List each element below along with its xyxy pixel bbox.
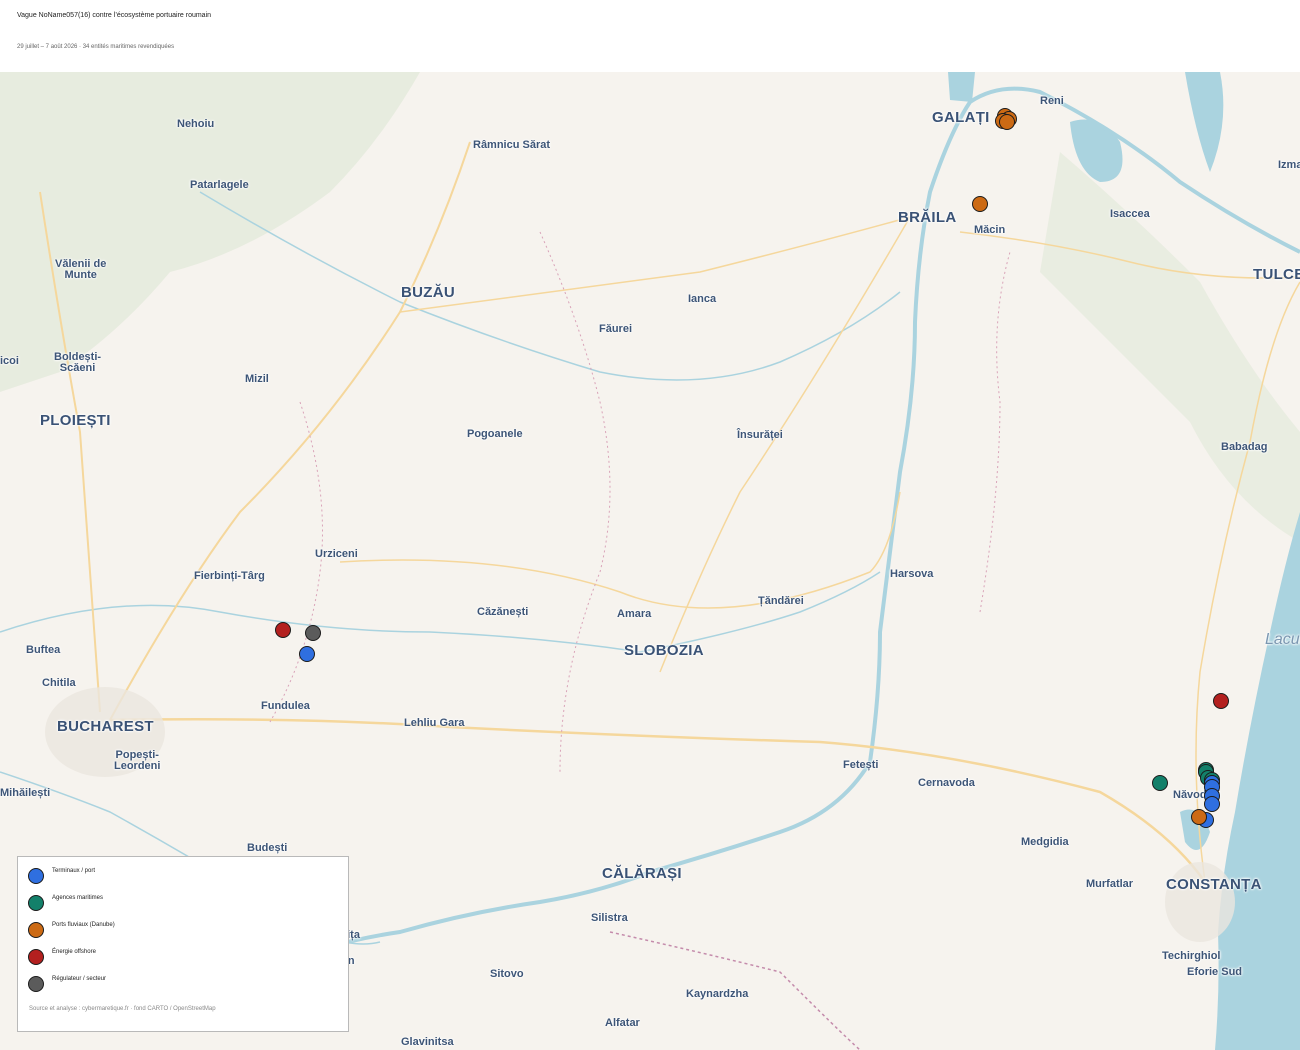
place-label: Medgidia — [1021, 836, 1069, 848]
river-ialomita — [0, 571, 881, 653]
place-label: PLOIEȘTI — [40, 412, 111, 429]
legend-item-terminal: Terminaux / port — [28, 868, 328, 886]
lake-brates — [948, 72, 975, 102]
road-braila-buzau — [399, 216, 911, 313]
place-label: TULCEA — [1253, 266, 1300, 283]
legend-swatch — [28, 949, 44, 965]
place-label: GALAȚI — [932, 109, 990, 126]
place-label: Chitila — [42, 677, 76, 689]
place-label: CONSTANȚA — [1166, 876, 1262, 893]
place-label: Țăndărei — [758, 595, 804, 607]
road-dn2a — [339, 491, 901, 609]
place-label: Cernavoda — [918, 777, 975, 789]
place-label: Însurăței — [737, 429, 783, 441]
danube-river — [249, 86, 1300, 974]
place-label: Reni — [1040, 95, 1064, 107]
place-label: Fundulea — [261, 700, 310, 712]
map-marker-fluvial[interactable] — [1191, 809, 1208, 826]
place-label: Amara — [617, 608, 652, 620]
place-label: Babadag — [1221, 441, 1268, 453]
place-label: Harsova — [890, 568, 934, 580]
place-label: Urziceni — [315, 548, 358, 560]
legend-label: Terminaux / port — [52, 868, 96, 874]
place-label: Silistra — [591, 912, 628, 924]
place-label: Fierbinți-Târg — [194, 570, 265, 582]
legend-label: Énergie offshore — [52, 949, 96, 955]
county-border-4 — [979, 251, 1011, 613]
place-label: Nehoiu — [177, 118, 215, 130]
place-label: Techirghiol — [1162, 950, 1221, 962]
legend-label: Ports fluviaux (Danube) — [52, 922, 115, 928]
map-marker-terminal[interactable] — [1204, 796, 1221, 813]
place-label: Buftea — [26, 644, 61, 656]
terrain-dobrogea — [1040, 152, 1300, 542]
place-label: Glavinitsa — [401, 1036, 454, 1048]
place-label: Popești- Leordeni — [114, 749, 161, 772]
place-label: Fetești — [843, 759, 879, 771]
constanta-urban-area — [1165, 862, 1235, 942]
place-label: Măcin — [974, 224, 1006, 236]
legend-swatch — [28, 922, 44, 938]
legend-swatch — [28, 976, 44, 992]
river-buzau — [199, 191, 901, 381]
map-marker-energie[interactable] — [274, 621, 291, 638]
place-label: SLOBOZIA — [624, 642, 704, 659]
map-legend: Terminaux / port Agences maritimes Ports f… — [17, 856, 349, 1032]
place-label: Pogoanele — [467, 428, 523, 440]
map-marker-energie[interactable] — [1212, 693, 1229, 710]
place-label: Sitovo — [490, 968, 524, 980]
legend-swatch — [28, 868, 44, 884]
place-label: Lehliu Gara — [404, 717, 465, 729]
place-label: Mizil — [245, 373, 269, 385]
county-border-2 — [269, 401, 323, 723]
map-subtitle: 29 juillet – 7 août 2026 · 34 entités ma… — [17, 44, 175, 50]
place-label: BUZĂU — [401, 284, 455, 301]
place-label: Căzănești — [477, 606, 529, 618]
place-label: Alfatar — [605, 1017, 640, 1029]
place-label: Boldești- Scăeni — [54, 351, 102, 374]
place-label: Budești — [247, 842, 288, 854]
place-label: Kaynardzha — [686, 988, 749, 1000]
place-label: Eforie Sud — [1187, 966, 1243, 978]
legend-item-energie: Énergie offshore — [28, 949, 328, 967]
place-label: Făurei — [599, 323, 633, 335]
map-marker-terminal[interactable] — [299, 645, 316, 662]
place-label: Izma — [1278, 159, 1300, 171]
place-label: Ianca — [688, 293, 717, 305]
legend-item-agence: Agences maritimes — [28, 895, 328, 913]
place-label: CĂLĂRAȘI — [602, 865, 682, 882]
place-label: Vălenii de Munte — [55, 258, 107, 281]
map-marker-regulateur[interactable] — [304, 625, 321, 642]
place-label: BUCHAREST — [57, 718, 154, 735]
legend-source: Source et analyse : cybermaretique.fr · … — [29, 1006, 216, 1012]
lake-yalpuh — [1185, 72, 1224, 172]
legend-label: Régulateur / secteur — [52, 976, 107, 982]
map-marker-fluvial[interactable] — [972, 196, 989, 213]
place-label: Murfatlar — [1086, 878, 1134, 890]
map-marker-agence[interactable] — [1152, 775, 1169, 792]
place-label: icoi — [0, 355, 19, 367]
place-label: Lacul S — [1265, 631, 1300, 648]
legend-item-regulateur: Régulateur / secteur — [28, 976, 328, 994]
county-border-1 — [539, 231, 611, 773]
legend-label: Agences maritimes — [52, 895, 104, 901]
place-label: Patarlagele — [190, 179, 249, 191]
place-label: BRĂILA — [898, 209, 957, 226]
place-label: Râmnicu Sărat — [473, 139, 551, 151]
place-label: Mihăilești — [0, 787, 51, 799]
map-marker-fluvial[interactable] — [998, 113, 1015, 130]
map-header: Vague NoName057(16) contre l’écosystème … — [0, 0, 1300, 72]
legend-swatch — [28, 895, 44, 911]
place-label: Isaccea — [1110, 208, 1150, 220]
map-title: Vague NoName057(16) contre l’écosystème … — [17, 12, 212, 19]
legend-item-fluvial: Ports fluviaux (Danube) — [28, 922, 328, 940]
